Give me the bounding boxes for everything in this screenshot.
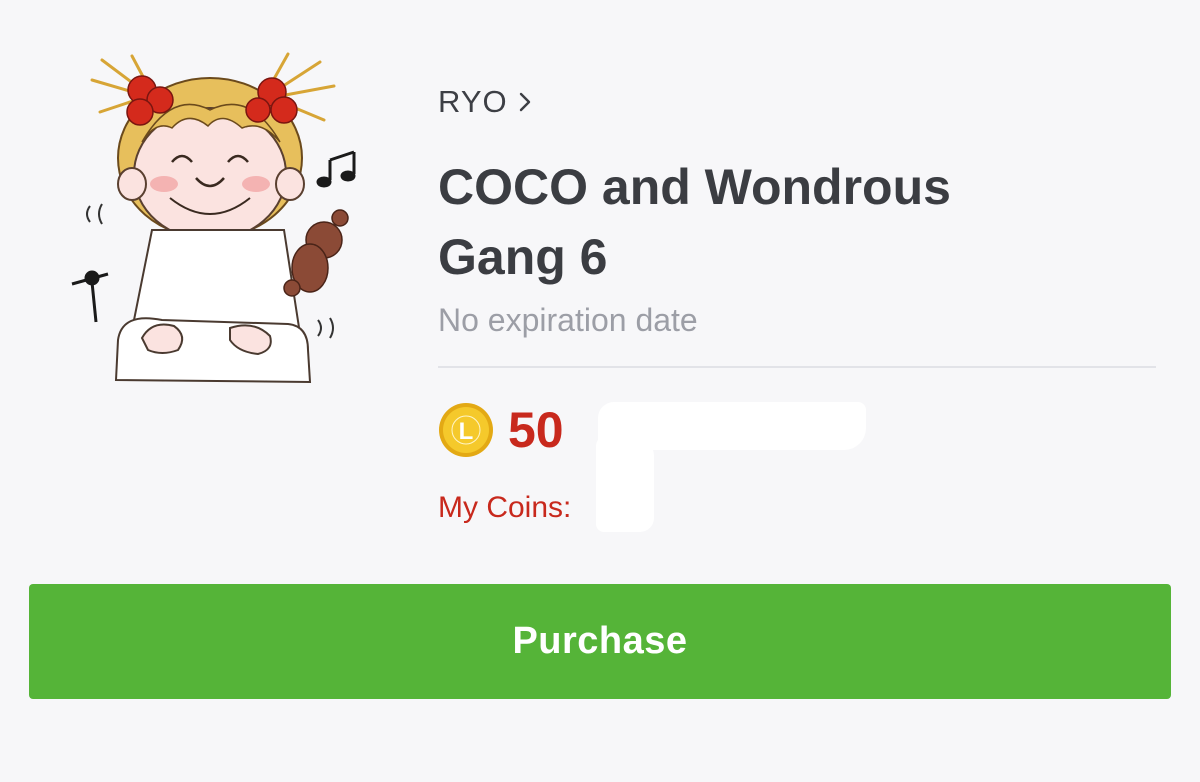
line-coin-icon: L: [439, 403, 493, 457]
sticker-preview-image: [62, 50, 382, 400]
purchase-button-label[interactable]: Purchase: [512, 620, 687, 663]
sticker-title: COCO and Wondrous Gang 6: [438, 159, 951, 285]
expiration-note: No expiration date: [438, 302, 698, 338]
redaction-mark: [596, 436, 654, 532]
divider: [438, 366, 1156, 368]
chevron-right-icon: [519, 92, 530, 112]
my-coins-label: My Coins:: [438, 491, 572, 524]
sticker-info: RYO COCO and Wondrous Gang 6 No expirati…: [438, 80, 1158, 528]
author-link[interactable]: RYO: [438, 80, 532, 124]
my-coins-row: My Coins:: [438, 488, 1158, 528]
author-name[interactable]: RYO: [438, 84, 508, 120]
purchase-button[interactable]: Purchase: [29, 584, 1171, 699]
coin-letter: L: [459, 418, 474, 445]
sticker-detail-page: RYO COCO and Wondrous Gang 6 No expirati…: [0, 0, 1200, 782]
price-amount: 50: [508, 402, 564, 458]
